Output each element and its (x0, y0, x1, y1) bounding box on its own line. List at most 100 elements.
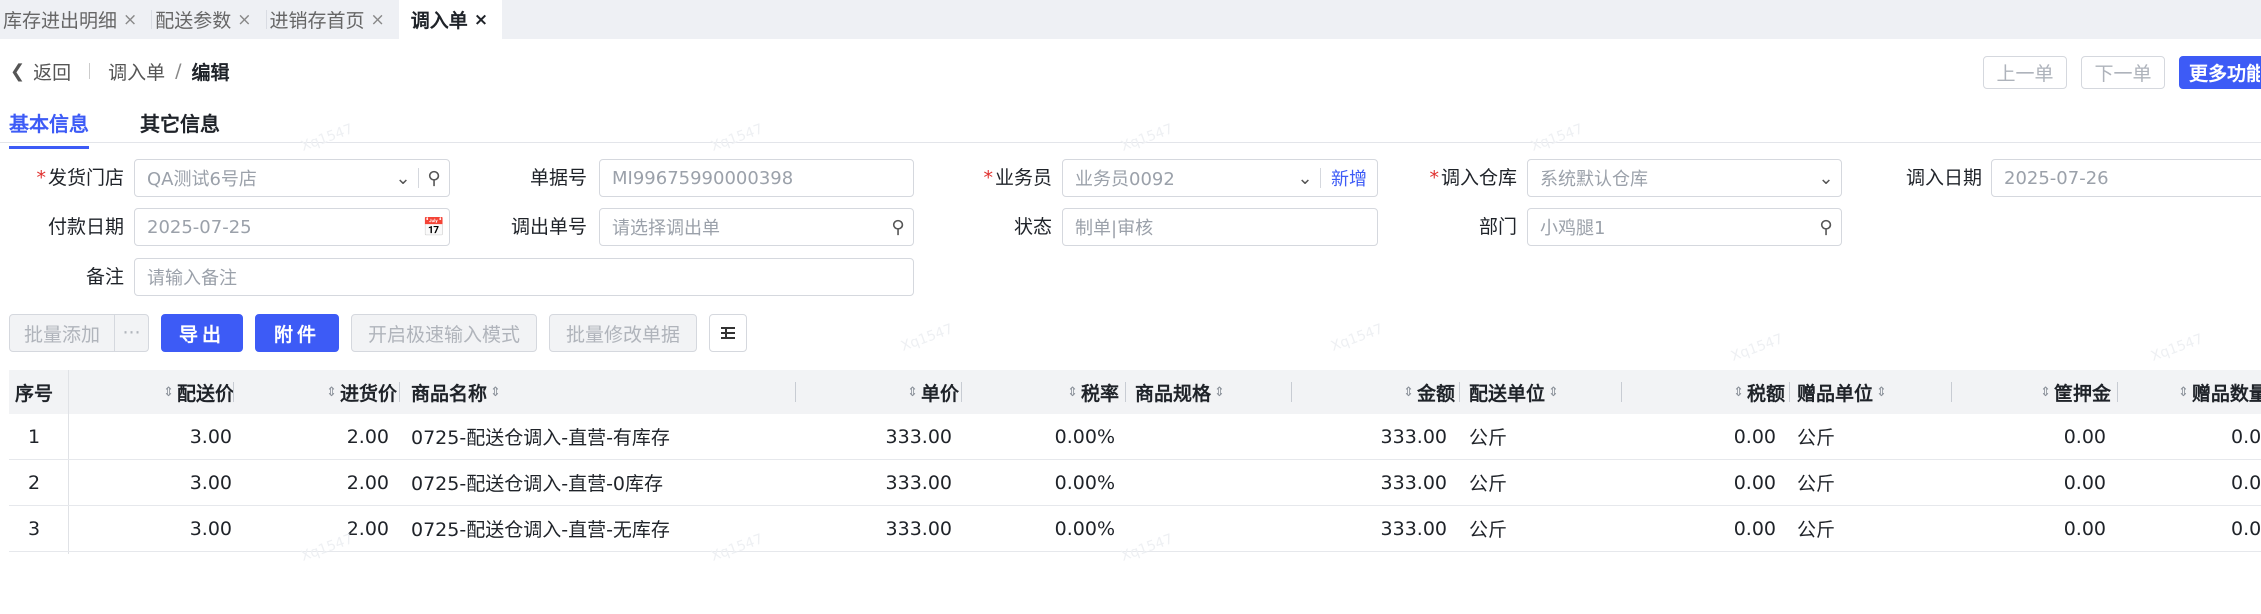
search-icon[interactable]: ⚲ (1811, 217, 1841, 238)
col-spec[interactable]: 商品规格 ⇕ (1135, 370, 1255, 414)
cell-purchase-price[interactable]: 2.00 (239, 506, 389, 551)
sort-icon[interactable]: ⇕ (2040, 385, 2051, 400)
export-button[interactable]: 导出 (161, 314, 244, 352)
add-salesman-link[interactable]: 新增 (1321, 165, 1377, 191)
col-unit-price[interactable]: ⇕ 单价 (809, 370, 959, 414)
cell-tax-rate[interactable]: 0.00% (969, 414, 1115, 459)
col-divider (961, 382, 962, 402)
close-icon[interactable]: × (237, 10, 251, 30)
cell-amount[interactable]: 333.00 (1299, 506, 1447, 551)
cell-tax[interactable]: 0.00 (1629, 506, 1776, 551)
attachment-button[interactable]: 附件 (255, 314, 340, 352)
col-tax-rate[interactable]: ⇕ 税率 (969, 370, 1119, 414)
cell-gift-qty[interactable]: 0.00 (2231, 460, 2261, 505)
batch-add-button[interactable]: 批量添加 (10, 315, 114, 351)
cell-purchase-price[interactable]: 2.00 (239, 460, 389, 505)
remark-input[interactable]: 请输入备注 (134, 258, 914, 296)
close-icon[interactable]: × (371, 10, 385, 30)
sort-icon[interactable]: ⇕ (1403, 385, 1414, 400)
cell-deposit[interactable]: 0.00 (1959, 460, 2106, 505)
col-gift-qty[interactable]: ⇕ 赠品数量 (2175, 370, 2261, 414)
col-purchase-price[interactable]: ⇕ 进货价 (239, 370, 397, 414)
next-record-button[interactable]: 下一单 (2081, 56, 2165, 89)
cell-gift-unit[interactable]: 公斤 (1797, 460, 1927, 505)
cell-dist-price[interactable]: 3.00 (69, 460, 232, 505)
cell-amount[interactable]: 333.00 (1299, 460, 1447, 505)
tab-delivery-params[interactable]: 配送参数 × (152, 0, 265, 39)
cell-deposit[interactable]: 0.00 (1959, 506, 2106, 551)
cell-unit-price[interactable]: 333.00 (809, 414, 952, 459)
cell-gift-unit[interactable]: 公斤 (1797, 414, 1927, 459)
tab-inventory-home[interactable]: 进销存首页 × (267, 0, 399, 39)
in-warehouse-select[interactable]: 系统默认仓库 ⌄ (1527, 159, 1842, 197)
more-functions-button[interactable]: 更多功能 (2179, 56, 2261, 89)
col-dist-unit[interactable]: 配送单位 ⇕ (1469, 370, 1599, 414)
cell-dist-unit[interactable]: 公斤 (1469, 460, 1599, 505)
sort-icon[interactable]: ⇕ (2178, 385, 2189, 400)
cell-dist-unit[interactable]: 公斤 (1469, 506, 1599, 551)
tab-other-info[interactable]: 其它信息 (140, 108, 220, 137)
tab-inventory-detail[interactable]: 库存进出明细 × (0, 0, 151, 39)
table-row[interactable]: 1 3.00 2.00 0725-配送仓调入-直营-有库存 333.00 0.0… (9, 414, 2261, 460)
more-icon[interactable]: ··· (114, 315, 148, 351)
cell-amount[interactable]: 333.00 (1299, 414, 1447, 459)
batch-edit-button[interactable]: 批量修改单据 (549, 314, 698, 352)
tab-transfer-in[interactable]: 调入单 × (398, 0, 503, 39)
salesman-select[interactable]: 业务员0092 ⌄ 新增 (1062, 159, 1378, 197)
cell-name[interactable]: 0725-配送仓调入-直营-无库存 (411, 506, 791, 551)
table-row[interactable]: 3 3.00 2.00 0725-配送仓调入-直营-无库存 333.00 0.0… (9, 506, 2261, 552)
breadcrumb-separator: / (175, 60, 182, 82)
col-name[interactable]: 商品名称 ⇕ (411, 370, 711, 414)
fast-input-mode-button[interactable]: 开启极速输入模式 (351, 314, 538, 352)
cell-tax-rate[interactable]: 0.00% (969, 506, 1115, 551)
pay-date-field[interactable]: 2025-07-25 📅 (134, 208, 450, 246)
cell-dist-price[interactable]: 3.00 (69, 506, 232, 551)
cell-tax-rate[interactable]: 0.00% (969, 460, 1115, 505)
sort-icon[interactable]: ⇕ (1067, 385, 1078, 400)
prev-record-button[interactable]: 上一单 (1983, 56, 2067, 89)
tab-basic-info[interactable]: 基本信息 (9, 108, 89, 149)
back-link[interactable]: 返回 (33, 58, 71, 85)
chevron-left-icon[interactable]: ❮ (10, 61, 25, 82)
close-icon[interactable]: × (474, 10, 488, 30)
cell-unit-price[interactable]: 333.00 (809, 460, 952, 505)
cell-purchase-price[interactable]: 2.00 (239, 414, 389, 459)
sort-icon[interactable]: ⇕ (490, 385, 501, 400)
calendar-icon[interactable]: 📅 (419, 217, 449, 238)
dept-field[interactable]: 小鸡腿1 ⚲ (1527, 208, 1842, 246)
store-select[interactable]: QA测试6号店 ⌄ ⚲ (134, 159, 450, 197)
cell-name[interactable]: 0725-配送仓调入-直营-有库存 (411, 414, 791, 459)
cell-gift-qty[interactable]: 0.00 (2231, 414, 2261, 459)
cell-gift-unit[interactable]: 公斤 (1797, 506, 1927, 551)
search-icon[interactable]: ⚲ (883, 217, 913, 238)
breadcrumb-parent[interactable]: 调入单 (108, 58, 165, 85)
sort-icon[interactable]: ⇕ (163, 385, 174, 400)
sort-icon[interactable]: ⇕ (907, 385, 918, 400)
header-text: 商品规格 (1135, 382, 1212, 405)
sort-icon[interactable]: ⇕ (326, 385, 337, 400)
col-deposit[interactable]: ⇕ 筐押金 (1959, 370, 2111, 414)
col-tax[interactable]: ⇕ 税额 (1629, 370, 1785, 414)
cell-dist-price[interactable]: 3.00 (69, 414, 232, 459)
search-icon[interactable]: ⚲ (419, 168, 449, 189)
sort-icon[interactable]: ⇕ (1733, 385, 1744, 400)
cell-name[interactable]: 0725-配送仓调入-直营-0库存 (411, 460, 791, 505)
cell-tax[interactable]: 0.00 (1629, 414, 1776, 459)
cell-gift-qty[interactable]: 0.00 (2231, 506, 2261, 551)
out-no-field[interactable]: 请选择调出单 ⚲ (599, 208, 914, 246)
cell-unit-price[interactable]: 333.00 (809, 506, 952, 551)
in-date-field[interactable]: 2025-07-26 (1991, 159, 2261, 197)
label-text: 发货门店 (47, 167, 124, 189)
column-settings-icon[interactable] (709, 314, 748, 352)
cell-dist-unit[interactable]: 公斤 (1469, 414, 1599, 459)
col-dist-price[interactable]: ⇕ 配送价 (69, 370, 234, 414)
col-gift-unit[interactable]: 赠品单位 ⇕ (1797, 370, 1927, 414)
cell-tax[interactable]: 0.00 (1629, 460, 1776, 505)
close-icon[interactable]: × (123, 10, 137, 30)
sort-icon[interactable]: ⇕ (1214, 385, 1225, 400)
cell-deposit[interactable]: 0.00 (1959, 414, 2106, 459)
sort-icon[interactable]: ⇕ (1876, 385, 1887, 400)
col-amount[interactable]: ⇕ 金额 (1299, 370, 1455, 414)
table-row[interactable]: 2 3.00 2.00 0725-配送仓调入-直营-0库存 333.00 0.0… (9, 460, 2261, 506)
sort-icon[interactable]: ⇕ (1548, 385, 1559, 400)
